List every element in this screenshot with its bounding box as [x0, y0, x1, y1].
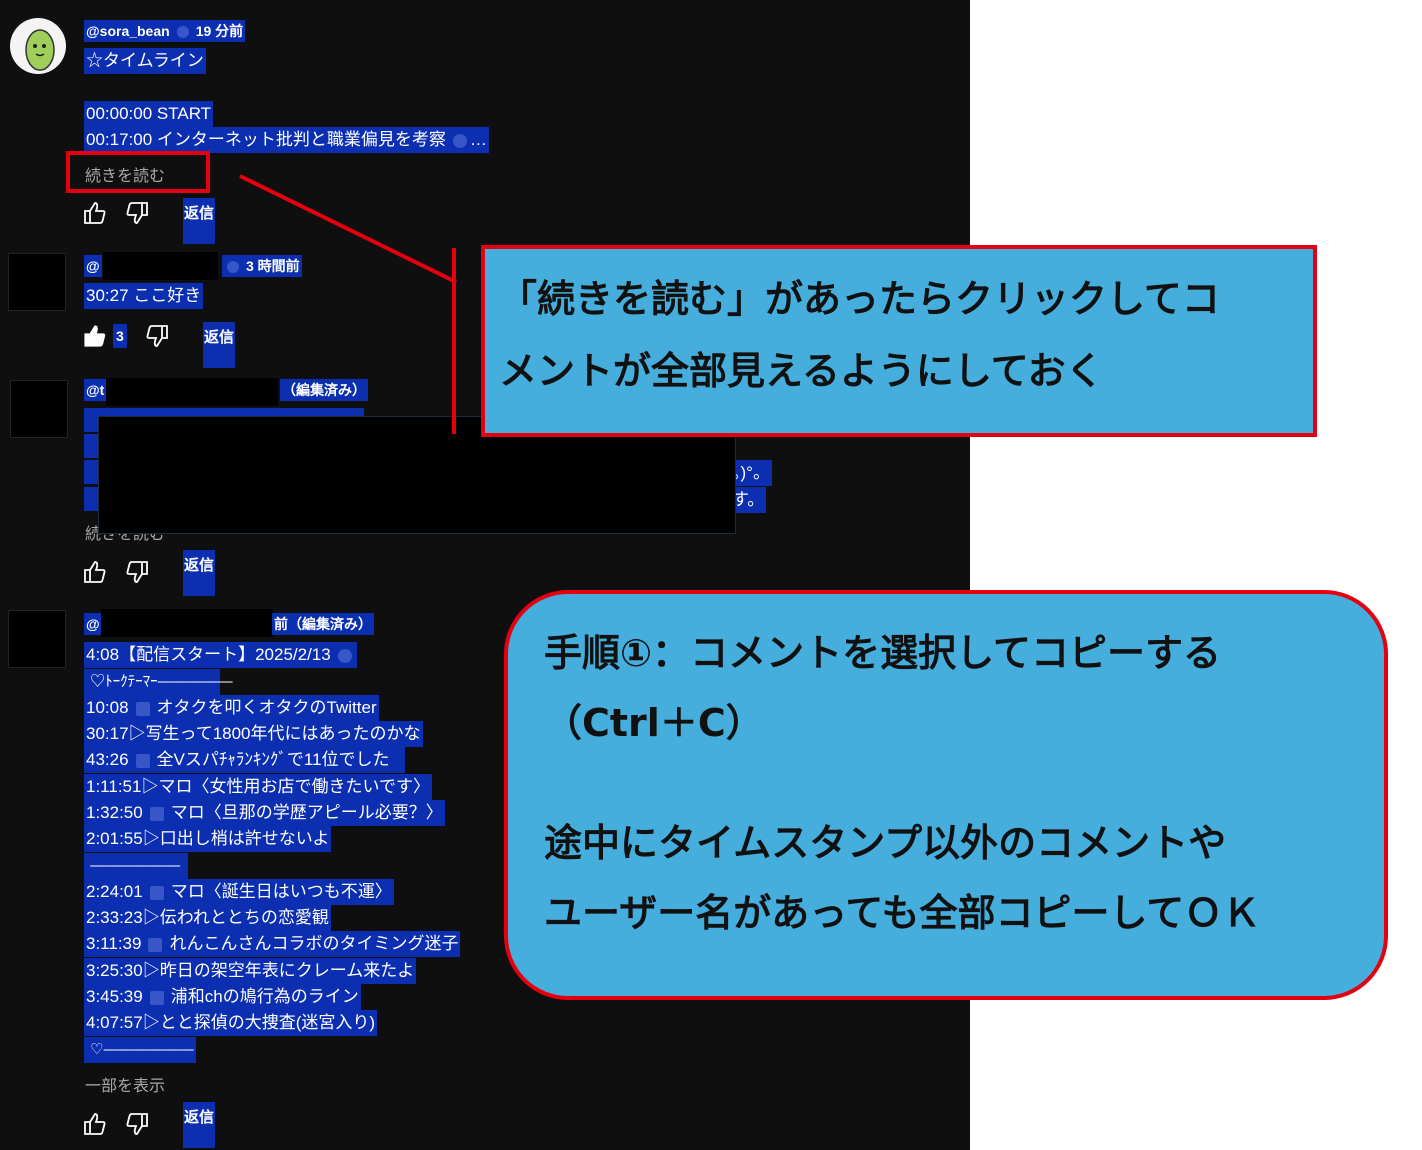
- callout-text: （Ctrl＋C）: [544, 701, 764, 745]
- callout-text: 途中にタイムスタンプ以外のコメントや: [544, 821, 1227, 865]
- callout-text: 「続きを読む」があったらクリックしてコ: [499, 277, 1220, 321]
- instruction-callout-top: 「続きを読む」があったらクリックしてコ メントが全部見えるようにしておく: [481, 245, 1317, 437]
- callout-text: ユーザー名があっても全部コピーしてＯＫ: [544, 891, 1261, 935]
- callout-text: 手順①：コメントを選択してコピーする: [544, 631, 1222, 675]
- instruction-callout-bottom: 手順①：コメントを選択してコピーする （Ctrl＋C） 途中にタイムスタンプ以外…: [504, 590, 1388, 1000]
- callout-text: メントが全部見えるようにしておく: [499, 349, 1104, 393]
